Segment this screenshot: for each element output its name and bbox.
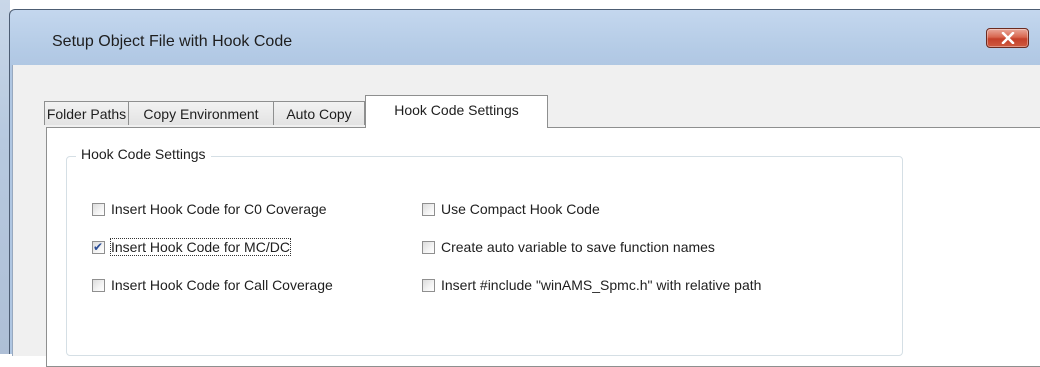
close-icon: [1001, 32, 1014, 44]
close-button[interactable]: [986, 28, 1029, 48]
window-title: Setup Object File with Hook Code: [52, 33, 293, 50]
tab-copy-environment[interactable]: Copy Environment: [128, 101, 274, 125]
checkmark-icon: ✔: [93, 239, 104, 254]
checkbox-box[interactable]: [92, 202, 105, 216]
tab-hook-code-settings[interactable]: Hook Code Settings: [365, 95, 548, 128]
checkbox-box[interactable]: [422, 278, 435, 292]
checkbox-auto-variable[interactable]: Create auto variable to save function na…: [422, 237, 715, 257]
title-bar[interactable]: Setup Object File with Hook Code: [10, 10, 1040, 66]
checkbox-label[interactable]: Create auto variable to save function na…: [441, 239, 715, 255]
hook-code-settings-group: Hook Code Settings Insert Hook Code for …: [66, 146, 903, 356]
checkbox-label[interactable]: Insert Hook Code for Call Coverage: [111, 277, 333, 293]
checkbox-box[interactable]: [422, 240, 435, 254]
dialog-client-area: Folder Paths Copy Environment Auto Copy …: [12, 65, 1040, 367]
checkbox-label[interactable]: Use Compact Hook Code: [441, 201, 600, 217]
tab-page-hook-code-settings: Hook Code Settings Insert Hook Code for …: [46, 127, 1040, 367]
checkbox-compact-hook-code[interactable]: Use Compact Hook Code: [422, 199, 600, 219]
checkbox-label[interactable]: Insert Hook Code for C0 Coverage: [111, 201, 327, 217]
checkbox-include-relative-path[interactable]: Insert #include "winAMS_Spmc.h" with rel…: [422, 275, 761, 295]
group-title: Hook Code Settings: [76, 146, 211, 162]
checkbox-label[interactable]: Insert #include "winAMS_Spmc.h" with rel…: [441, 277, 761, 293]
checkbox-mcdc[interactable]: ✔ Insert Hook Code for MC/DC: [92, 237, 291, 257]
checkbox-box[interactable]: ✔: [92, 239, 105, 254]
checkbox-box[interactable]: [422, 202, 435, 216]
tab-auto-copy[interactable]: Auto Copy: [273, 101, 365, 125]
checkbox-call-coverage[interactable]: Insert Hook Code for Call Coverage: [92, 275, 333, 295]
checkbox-c0-coverage[interactable]: Insert Hook Code for C0 Coverage: [92, 199, 327, 219]
dialog-window: Setup Object File with Hook Code Folder …: [9, 9, 1040, 367]
checkbox-box[interactable]: [92, 278, 105, 292]
tab-folder-paths[interactable]: Folder Paths: [44, 101, 129, 125]
checkbox-label[interactable]: Insert Hook Code for MC/DC: [110, 238, 291, 256]
